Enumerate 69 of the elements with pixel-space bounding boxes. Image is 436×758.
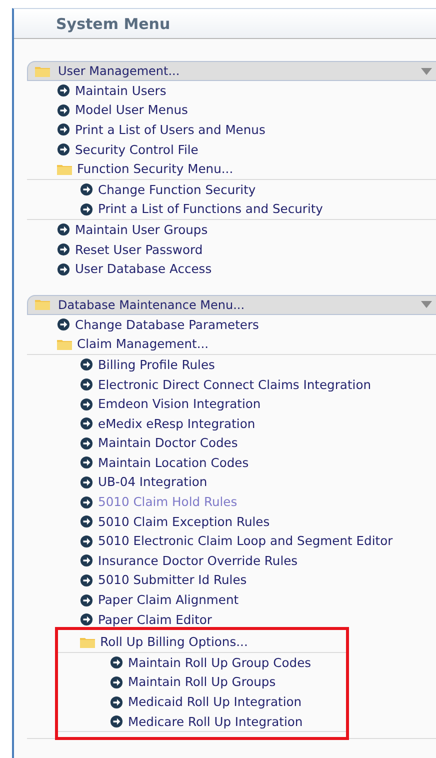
arrow-circle-icon <box>80 378 93 392</box>
arrow-circle-icon <box>80 476 93 489</box>
menu-link[interactable]: Security Control File <box>75 142 198 157</box>
menu-link[interactable]: Maintain Users <box>75 84 166 98</box>
arrow-circle-icon <box>57 243 70 256</box>
section-header[interactable]: Database Maintenance Menu... <box>27 294 436 315</box>
menu-link[interactable]: Maintain Roll Up Group Codes <box>128 656 312 670</box>
arrow-circle-icon <box>110 656 123 670</box>
arrow-circle-icon <box>80 202 93 216</box>
menu-link[interactable]: Model User Menus <box>75 103 188 118</box>
menu-link[interactable]: Insurance Doctor Override Rules <box>98 554 298 568</box>
section-title: User Management... <box>58 64 181 78</box>
arrow-circle-icon <box>80 515 93 528</box>
menu-link[interactable]: Medicare Roll Up Integration <box>128 714 303 729</box>
folder-link[interactable]: Claim Management... <box>77 337 209 352</box>
arrow-circle-icon <box>57 123 70 136</box>
menu-link[interactable]: 5010 Submitter Id Rules <box>98 573 247 588</box>
menu-link[interactable]: User Database Access <box>75 262 212 276</box>
menu-link[interactable]: Billing Profile Rules <box>98 358 215 372</box>
menu-link[interactable]: 5010 Claim Hold Rules <box>98 495 238 510</box>
arrow-circle-icon <box>110 715 123 728</box>
arrow-circle-icon <box>80 417 93 430</box>
menu-link[interactable]: Change Database Parameters <box>75 318 259 332</box>
section-title: Database Maintenance Menu... <box>58 298 246 312</box>
menu-link[interactable]: UB-04 Integration <box>98 475 208 490</box>
folder-icon <box>57 338 72 350</box>
arrow-circle-icon <box>80 554 93 568</box>
menu-link[interactable]: Maintain Roll Up Groups <box>128 675 276 690</box>
menu-link[interactable]: Maintain Location Codes <box>98 456 249 470</box>
arrow-circle-icon <box>80 574 93 587</box>
arrow-circle-icon <box>80 398 93 411</box>
menu-link[interactable]: Electronic Direct Connect Claims Integration <box>98 378 372 392</box>
menu-link[interactable]: Print a List of Users and Menus <box>75 122 266 137</box>
menu-link[interactable]: 5010 Electronic Claim Loop and Segment Editor <box>98 534 393 548</box>
arrow-circle-icon <box>57 223 70 236</box>
folder-link[interactable]: Function Security Menu... <box>77 162 234 176</box>
arrow-circle-icon <box>80 456 93 470</box>
arrow-circle-icon <box>110 676 123 689</box>
menu-link[interactable]: Emdeon Vision Integration <box>98 397 261 412</box>
menu-link[interactable]: Maintain User Groups <box>75 222 208 237</box>
arrow-circle-icon <box>57 84 70 98</box>
arrow-circle-icon <box>80 594 93 607</box>
arrow-circle-icon <box>57 143 70 156</box>
menu-link[interactable]: 5010 Claim Exception Rules <box>98 514 270 529</box>
folder-link[interactable]: Roll Up Billing Options... <box>100 635 248 650</box>
arrow-circle-icon <box>80 613 93 626</box>
folder-icon <box>35 66 50 76</box>
menu-link[interactable]: Paper Claim Editor <box>98 612 212 627</box>
arrow-circle-icon <box>80 496 93 509</box>
folder-icon <box>35 299 50 310</box>
folder-icon <box>57 164 72 175</box>
menu-link[interactable]: Maintain Doctor Codes <box>98 436 238 450</box>
arrow-circle-icon <box>57 318 70 332</box>
arrow-circle-icon <box>80 358 93 372</box>
arrow-circle-icon <box>80 183 93 196</box>
menu-link[interactable]: Reset User Password <box>75 242 203 257</box>
menu-link[interactable]: Print a List of Functions and Security <box>98 202 323 216</box>
arrow-circle-icon <box>57 104 70 117</box>
menu-link[interactable]: Paper Claim Alignment <box>98 593 239 608</box>
menu-link[interactable]: Change Function Security <box>98 182 256 197</box>
folder-icon <box>80 636 96 648</box>
section-header[interactable]: User Management... <box>27 61 436 81</box>
menu-link[interactable]: Medicaid Roll Up Integration <box>128 695 302 710</box>
window-title: System Menu <box>56 14 170 32</box>
menu-link[interactable]: eMedix eResp Integration <box>98 416 256 431</box>
arrow-circle-icon <box>110 696 123 709</box>
arrow-circle-icon <box>80 534 93 548</box>
arrow-circle-icon <box>80 436 93 450</box>
arrow-circle-icon <box>57 262 70 276</box>
